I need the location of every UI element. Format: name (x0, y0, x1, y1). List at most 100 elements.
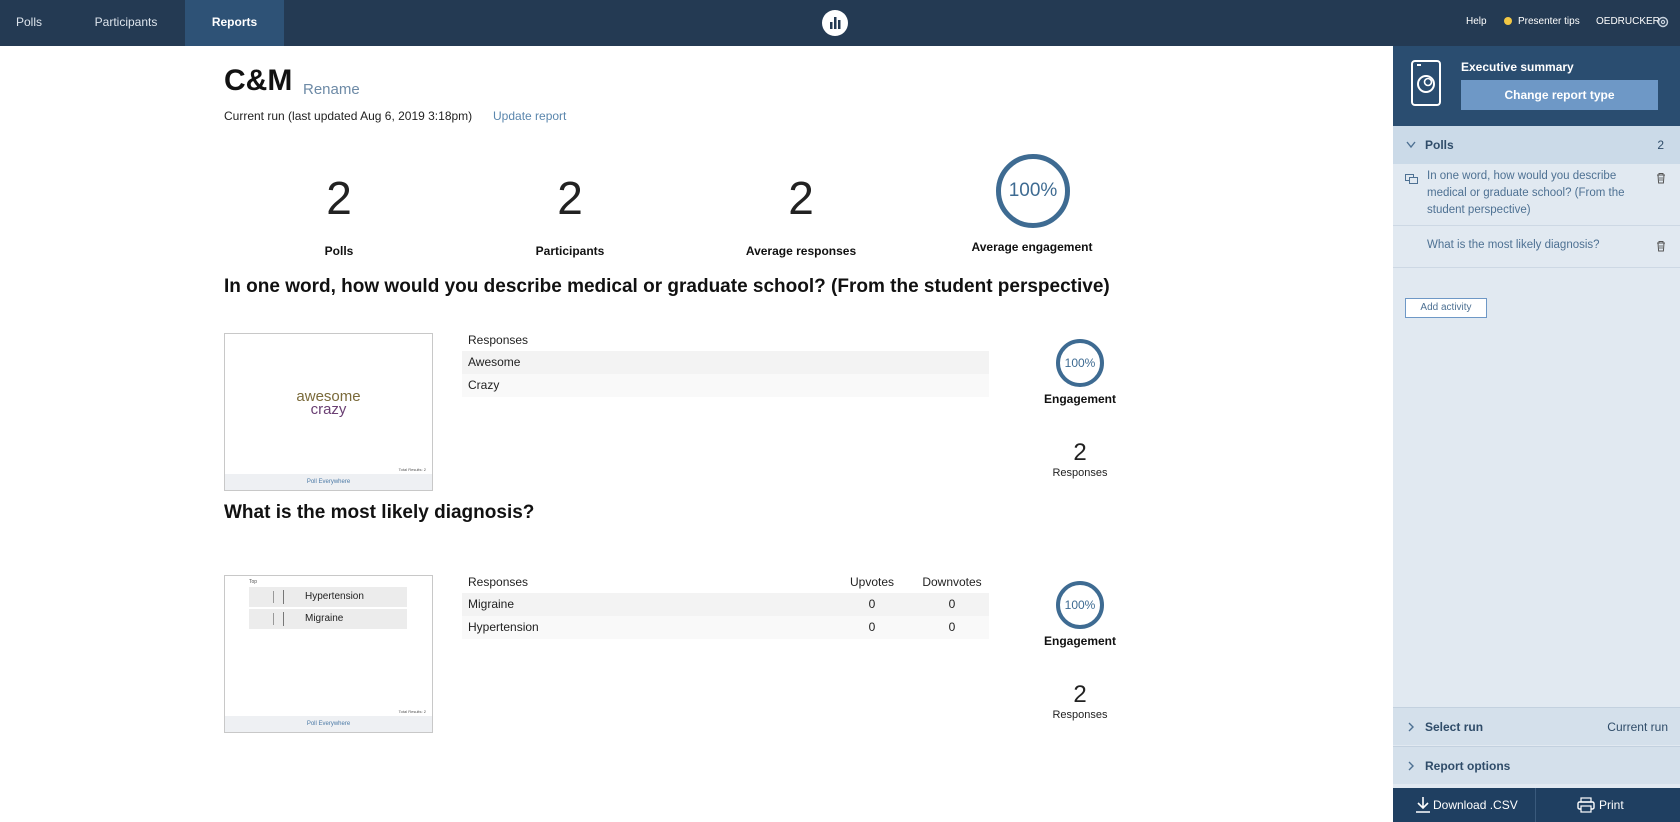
response-label: Crazy (468, 378, 500, 392)
chat-bubbles-icon (1405, 174, 1418, 188)
trash-icon[interactable] (1656, 240, 1666, 252)
printer-icon (1577, 797, 1595, 816)
question-title: In one word, how would you describe medi… (224, 276, 1110, 297)
thumb-top-label: Top (249, 579, 258, 585)
responses-count-block: 2 Responses (1020, 439, 1140, 479)
table-row: Awesome (462, 351, 989, 374)
sidebar-poll-item[interactable]: In one word, how would you describe medi… (1393, 164, 1680, 226)
thumb-item: Hypertension (249, 587, 407, 607)
response-label: Hypertension (468, 620, 539, 634)
responses-label: Responses (1052, 709, 1108, 721)
poll-item-line: In one word, how would you describe (1427, 170, 1617, 182)
report-type-label: Executive summary (1461, 60, 1574, 74)
thumb-total: Total Results: 2 (398, 709, 426, 714)
table-header-downvotes: Downvotes (922, 575, 982, 589)
upvote-count: 0 (868, 597, 876, 611)
tab-polls[interactable]: Polls (0, 0, 58, 46)
engagement-ring: 100% (1056, 581, 1104, 629)
responses-count: 2 (1073, 681, 1087, 708)
tab-reports[interactable]: Reports (185, 0, 284, 46)
thumb-total: Total Results: 2 (398, 467, 426, 472)
poll-everywhere-logo-icon[interactable] (822, 10, 848, 36)
stat-average-engagement: Average engagement (932, 224, 1132, 254)
table-row: Crazy (462, 374, 989, 397)
report-options-row[interactable]: Report options (1393, 746, 1680, 784)
select-run-row[interactable]: Select run Current run (1393, 707, 1680, 745)
rename-link[interactable]: Rename (303, 81, 360, 98)
poll-item-line: student perspective) (1427, 204, 1531, 216)
downvote-count: 0 (948, 597, 956, 611)
stat-participants: 2 Participants (470, 168, 670, 258)
thumb-item-label: Migraine (305, 613, 344, 624)
download-csv-label: Download .CSV (1433, 798, 1518, 812)
help-link[interactable]: Help (1466, 0, 1487, 46)
stat-label: Average responses (745, 244, 857, 258)
stat-value: 2 (557, 172, 583, 224)
thumb-word: crazy (310, 401, 347, 418)
table-header-responses: Responses (468, 333, 529, 347)
upvote-count: 0 (868, 620, 876, 634)
polls-section-label: Polls (1425, 138, 1454, 152)
add-activity-button[interactable]: Add activity (1405, 298, 1487, 318)
responses-table: Responses Upvotes Downvotes Migraine 0 0… (462, 571, 989, 639)
report-options-label: Report options (1425, 759, 1511, 773)
report-main: C&M Rename Current run (last updated Aug… (0, 46, 1393, 822)
presenter-tips-label: Presenter tips (1518, 16, 1580, 27)
trash-icon[interactable] (1656, 172, 1666, 184)
response-label: Awesome (468, 355, 521, 369)
stat-label: Average engagement (971, 240, 1093, 254)
responses-label: Responses (1052, 467, 1108, 479)
stat-label: Participants (535, 244, 605, 258)
report-sidebar: Executive summary Change report type Pol… (1393, 46, 1680, 822)
tab-participants[interactable]: Participants (76, 0, 176, 46)
select-run-label: Select run (1425, 720, 1484, 734)
polls-count: 2 (1657, 138, 1664, 152)
responses-count: 2 (1073, 439, 1087, 466)
stat-average-responses: 2 Average responses (701, 168, 901, 258)
thumb-item-label: Hypertension (305, 591, 364, 602)
question-thumbnail[interactable]: awesome crazy Total Results: 2 Poll Ever… (224, 333, 433, 491)
stat-label: Polls (324, 244, 354, 258)
average-engagement-ring: 100% (996, 154, 1070, 228)
thumb-item: Migraine (249, 609, 407, 629)
poll-item-line: What is the most likely diagnosis? (1427, 239, 1600, 251)
sidebar-poll-item[interactable]: What is the most likely diagnosis? (1393, 226, 1680, 268)
print-label: Print (1599, 798, 1624, 812)
question-title: What is the most likely diagnosis? (224, 502, 535, 523)
engagement-block: Engagement (1020, 392, 1140, 406)
change-report-type-button[interactable]: Change report type (1461, 80, 1658, 110)
report-title: C&M (224, 64, 293, 97)
responses-count-block: 2 Responses (1020, 681, 1140, 721)
engagement-ring: 100% (1056, 339, 1104, 387)
table-row: Hypertension 0 0 (462, 616, 989, 639)
export-bar: Download .CSV Print (1393, 788, 1680, 822)
engagement-block: Engagement (1020, 634, 1140, 648)
table-header-responses: Responses (468, 575, 529, 589)
select-run-value: Current run (1607, 720, 1668, 734)
thumb-footer: Poll Everywhere (225, 474, 432, 490)
gear-icon[interactable] (1656, 0, 1670, 46)
stat-polls: 2 Polls (239, 168, 439, 258)
download-icon (1415, 796, 1431, 817)
tips-dot-icon (1504, 17, 1512, 26)
poll-item-line: medical or graduate school? (From the (1427, 187, 1625, 199)
report-run-info: Current run (last updated Aug 6, 2019 3:… (224, 109, 473, 123)
stat-value: 2 (326, 172, 352, 224)
print-button[interactable]: Print (1537, 788, 1680, 822)
responses-table: Responses Awesome Crazy (462, 329, 989, 397)
engagement-label: Engagement (1043, 392, 1116, 406)
table-header-upvotes: Upvotes (849, 575, 895, 589)
document-icon (1411, 60, 1441, 106)
question-thumbnail[interactable]: Top Hypertension Migraine Total Results:… (224, 575, 433, 733)
polls-section-header[interactable]: Polls 2 (1393, 126, 1680, 164)
stat-value: 2 (788, 172, 814, 224)
presenter-tips-link[interactable]: Presenter tips (1504, 0, 1580, 46)
download-csv-button[interactable]: Download .CSV (1393, 788, 1536, 822)
user-menu[interactable]: OEDRUCKER (1596, 0, 1660, 46)
engagement-label: Engagement (1043, 634, 1116, 648)
table-header: Responses Upvotes Downvotes (462, 571, 989, 593)
report-type-panel: Executive summary Change report type (1393, 46, 1680, 126)
downvote-count: 0 (948, 620, 956, 634)
update-report-link[interactable]: Update report (493, 109, 566, 123)
thumb-footer: Poll Everywhere (225, 716, 432, 732)
